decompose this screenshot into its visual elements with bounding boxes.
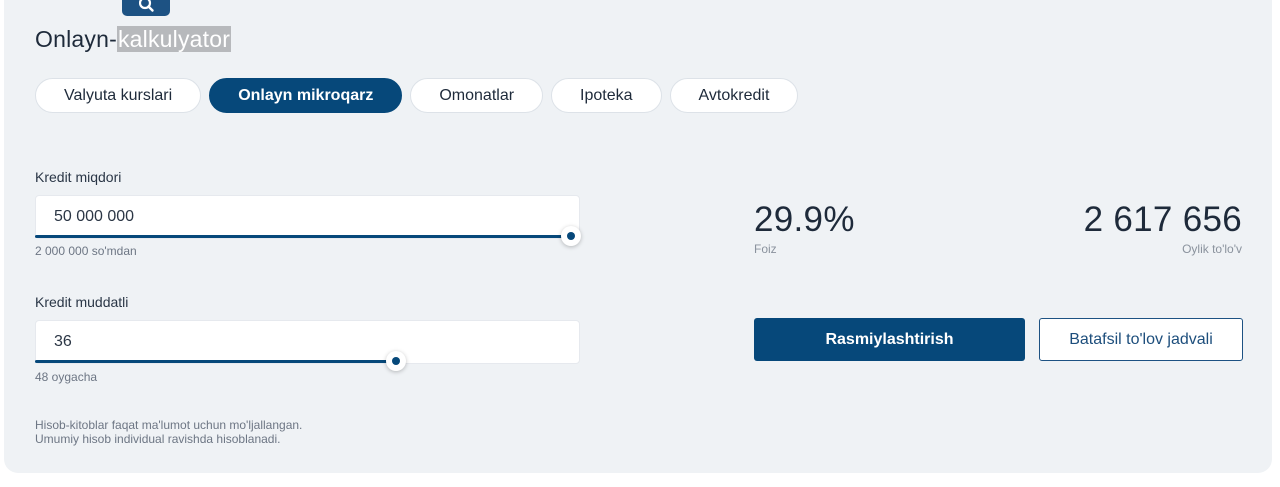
tab-ipoteka[interactable]: Ipoteka	[551, 78, 662, 113]
title-prefix: Onlayn-	[35, 26, 117, 52]
tab-omonatlar[interactable]: Omonatlar	[410, 78, 544, 113]
term-slider-thumb[interactable]	[386, 351, 406, 371]
term-input[interactable]: 36	[35, 320, 580, 364]
search-badge[interactable]	[122, 0, 170, 16]
tab-avtokredit[interactable]: Avtokredit	[669, 78, 799, 113]
page-title: Onlayn-kalkulyator	[35, 26, 232, 53]
amount-input[interactable]: 50 000 000	[35, 195, 580, 239]
amount-label: Kredit miqdori	[35, 169, 122, 185]
disclaimer-line-1: Hisob-kitoblar faqat ma'lumot uchun mo'l…	[35, 418, 303, 432]
term-value: 36	[54, 333, 72, 350]
disclaimer-line-2: Umumiy hisob individual ravishda hisobla…	[35, 432, 281, 446]
term-slider-track[interactable]	[35, 360, 396, 363]
payment-value: 2 617 656	[1083, 200, 1242, 239]
payment-label: Oylik to'lo'v	[1182, 242, 1242, 256]
amount-slider-thumb[interactable]	[561, 226, 581, 246]
term-hint: 48 oygacha	[35, 370, 98, 384]
apply-button[interactable]: Rasmiylashtirish	[754, 318, 1025, 361]
amount-hint: 2 000 000 so'mdan	[35, 244, 137, 258]
title-selected-text: kalkulyator	[116, 26, 232, 52]
term-label: Kredit muddatli	[35, 294, 129, 310]
amount-value: 50 000 000	[54, 208, 135, 225]
calculator-tabs: Valyuta kurslari Onlayn mikroqarz Omonat…	[35, 78, 799, 113]
tab-onlayn-mikroqarz[interactable]: Onlayn mikroqarz	[209, 78, 403, 113]
rate-label: Foiz	[754, 242, 777, 256]
rate-value: 29.9%	[754, 200, 855, 239]
calculator-card: Onlayn-kalkulyator Valyuta kurslari Onla…	[4, 0, 1272, 473]
disclaimer: Hisob-kitoblar faqat ma'lumot uchun mo'l…	[35, 418, 302, 446]
payment-schedule-button[interactable]: Batafsil to'lov jadvali	[1039, 318, 1243, 361]
tab-valyuta-kurslari[interactable]: Valyuta kurslari	[35, 78, 202, 113]
amount-slider-track[interactable]	[35, 235, 571, 238]
